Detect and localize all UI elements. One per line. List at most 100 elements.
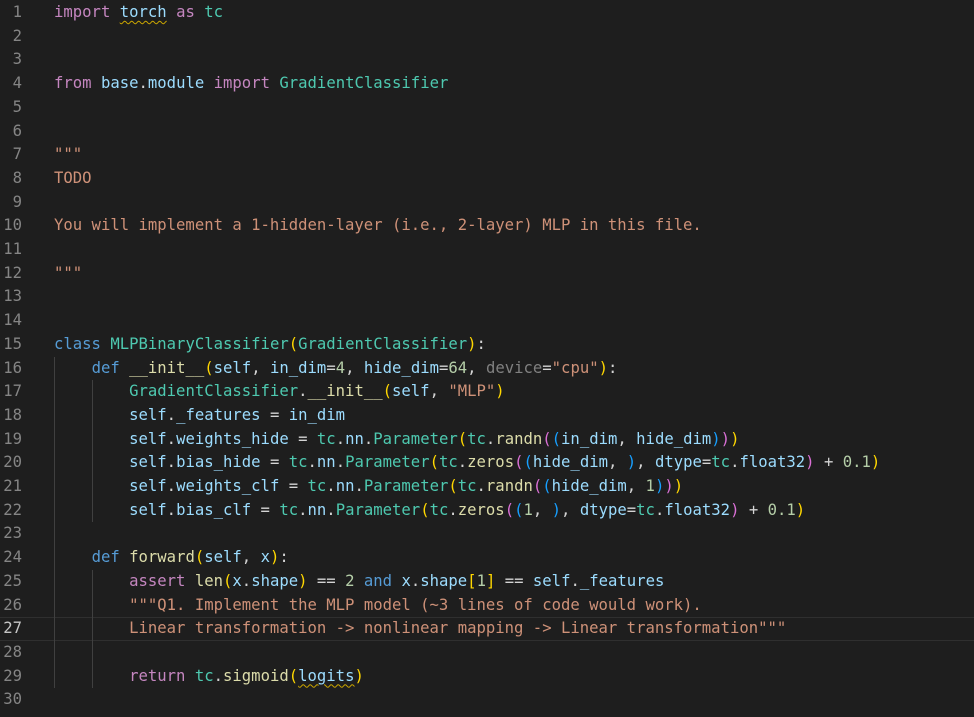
code-line[interactable]: 7 """ [0, 143, 974, 167]
code-line[interactable]: 15 class MLPBinaryClassifier(GradientClas… [0, 333, 974, 357]
code-text[interactable]: class MLPBinaryClassifier(GradientClassi… [54, 333, 486, 357]
code-line[interactable]: 1 import torch as tc [0, 1, 974, 25]
code-text[interactable]: TODO [54, 167, 92, 191]
code-line[interactable]: 13 [0, 285, 974, 309]
code-line[interactable]: 30 [0, 688, 974, 712]
code-token: float32 [664, 500, 731, 519]
code-text[interactable]: You will implement a 1-hidden-layer (i.e… [54, 214, 702, 238]
code-token: "MLP" [448, 382, 496, 401]
code-token: as [176, 3, 195, 21]
code-line[interactable]: 10 You will implement a 1-hidden-layer (i… [0, 214, 974, 238]
code-text[interactable]: self.weights_hide = tc.nn.Parameter(tc.r… [54, 428, 739, 452]
code-token: randn [485, 477, 533, 495]
code-token: . [166, 500, 177, 519]
code-line[interactable]: 11 [0, 238, 974, 262]
code-token: tc [288, 453, 308, 472]
line-number: 13 [3, 287, 22, 306]
code-text[interactable]: self._features = in_dim [54, 404, 345, 428]
code-token: nn [307, 500, 327, 519]
code-token: self [129, 453, 167, 472]
code-text[interactable]: self.bias_clf = tc.nn.Parameter(tc.zeros… [54, 499, 805, 523]
code-line[interactable]: 12 """ [0, 262, 974, 286]
code-line[interactable]: 17 GradientClassifier.__init__(self, "ML… [0, 380, 974, 404]
code-token: ) [551, 500, 562, 519]
code-text[interactable]: self.weights_clf = tc.nn.Parameter(tc.ra… [54, 475, 683, 499]
code-token: self [532, 571, 571, 590]
code-token: "cpu" [551, 358, 599, 377]
line-number: 22 [3, 500, 22, 519]
code-text[interactable]: assert len(x.shape) == 2 and x.shape[1] … [54, 570, 664, 594]
code-text[interactable]: Linear transformation -> nonlinear mappi… [54, 617, 786, 641]
code-text[interactable]: from base.module import GradientClassifi… [54, 72, 448, 96]
code-line[interactable]: 28 [0, 641, 974, 665]
code-line[interactable]: 8 TODO [0, 167, 974, 191]
code-text[interactable]: def __init__(self, in_dim=4, hide_dim=64… [54, 357, 618, 381]
code-token: ) [673, 477, 684, 495]
line-number: 24 [3, 548, 22, 567]
code-line[interactable]: 26 """Q1. Implement the MLP model (~3 li… [0, 594, 974, 618]
code-token: weights_clf [176, 477, 280, 495]
code-token: self [129, 500, 167, 519]
code-line[interactable]: 9 [0, 191, 974, 215]
code-token: hide_dim [363, 358, 439, 377]
code-line[interactable]: 6 [0, 120, 974, 144]
code-line[interactable]: 29 return tc.sigmoid(logits) [0, 665, 974, 689]
code-line[interactable]: 25 assert len(x.shape) == 2 and x.shape[… [0, 570, 974, 594]
code-token: nn [316, 453, 336, 472]
code-token: sigmoid [223, 666, 289, 685]
code-token: ) [495, 382, 505, 401]
code-text[interactable]: self.bias_hide = tc.nn.Parameter(tc.zero… [54, 451, 880, 475]
code-line[interactable]: 14 [0, 309, 974, 333]
code-token: _features [176, 405, 261, 424]
code-token: ( [382, 382, 392, 401]
code-token: . [138, 74, 148, 93]
code-token: ( [542, 429, 552, 448]
code-line[interactable]: 3 [0, 48, 974, 72]
code-token: in_dim [561, 429, 618, 448]
code-token: ( [523, 453, 533, 472]
code-token: , [532, 500, 552, 519]
code-text[interactable]: def forward(self, x): [54, 546, 289, 570]
code-line[interactable]: 5 [0, 96, 974, 120]
code-token: ) [626, 453, 637, 472]
code-token: module [147, 74, 205, 93]
code-token: __init__ [129, 358, 205, 377]
code-token: 0.1 [767, 500, 796, 519]
code-text[interactable]: import torch as tc [54, 1, 223, 25]
code-text[interactable]: GradientClassifier.__init__(self, "MLP") [54, 380, 505, 404]
code-token: == [495, 571, 533, 590]
code-line[interactable]: 21 self.weights_clf = tc.nn.Parameter(tc… [0, 475, 974, 499]
code-token: assert [129, 571, 186, 590]
code-text[interactable]: """ [54, 262, 82, 286]
code-token: . [166, 405, 177, 424]
code-text[interactable]: """ [54, 143, 82, 167]
code-token: . [166, 453, 177, 472]
code-token: nn [335, 477, 355, 495]
code-line[interactable]: 22 self.bias_clf = tc.nn.Parameter(tc.ze… [0, 499, 974, 523]
code-editor[interactable]: 1 import torch as tc 2 3 4 from base.module i… [0, 0, 974, 717]
code-token: tc [194, 666, 214, 685]
code-line[interactable]: 4 from base.module import GradientClassif… [0, 72, 974, 96]
code-token: ( [288, 666, 299, 685]
code-line[interactable]: 20 self.bias_hide = tc.nn.Parameter(tc.z… [0, 451, 974, 475]
code-token: ) [354, 666, 364, 685]
code-line[interactable]: 16 def __init__(self, in_dim=4, hide_dim… [0, 357, 974, 381]
line-number: 1 [12, 3, 22, 21]
code-line[interactable]: 23 [0, 522, 974, 546]
code-line[interactable]: 19 self.weights_hide = tc.nn.Parameter(t… [0, 428, 974, 452]
code-line[interactable]: 24 def forward(self, x): [0, 546, 974, 570]
code-text[interactable]: """Q1. Implement the MLP model (~3 lines… [54, 594, 702, 618]
code-token: in_dim [269, 358, 327, 377]
line-number: 17 [3, 382, 22, 401]
code-token: """Q1. Implement the MLP model (~3 lines… [129, 595, 702, 614]
code-line[interactable]: 18 self._features = in_dim [0, 404, 974, 428]
code-token: = [438, 358, 449, 377]
code-token: . [241, 571, 252, 590]
code-token: , [429, 382, 449, 401]
code-line[interactable]: 27 Linear transformation -> nonlinear ma… [0, 617, 974, 641]
code-token: ( [288, 334, 299, 353]
code-line[interactable]: 2 [0, 25, 974, 49]
code-text[interactable]: return tc.sigmoid(logits) [54, 665, 364, 689]
code-token: ) [730, 429, 740, 448]
